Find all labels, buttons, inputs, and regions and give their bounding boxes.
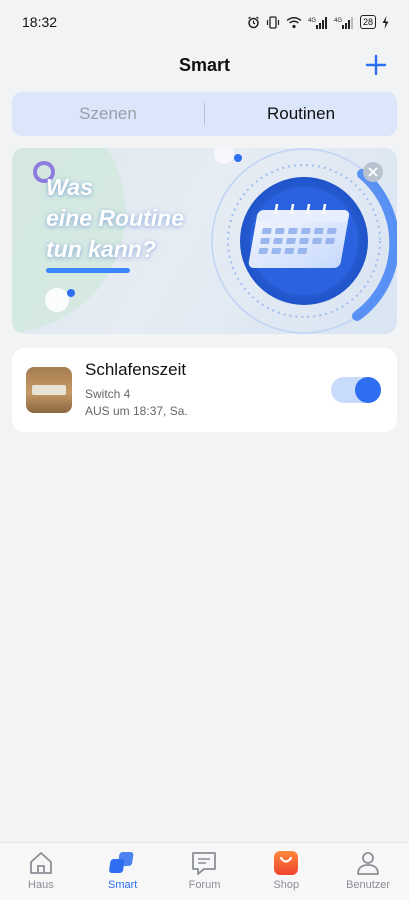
- banner-close-button[interactable]: [363, 162, 383, 182]
- nav-label-haus: Haus: [28, 879, 54, 891]
- vibrate-icon: [266, 15, 280, 29]
- nav-haus[interactable]: Haus: [0, 843, 82, 900]
- signal-4g-icon: 4G: [308, 15, 328, 29]
- plus-icon: [365, 54, 387, 76]
- alarm-icon: [247, 15, 260, 29]
- charging-icon: [382, 15, 389, 29]
- banner-line-1: Was: [46, 174, 93, 200]
- bottom-nav: Haus Smart Forum Shop Benutzer: [0, 842, 409, 900]
- signal-4g-icon: 4G: [334, 15, 354, 29]
- add-button[interactable]: [361, 50, 391, 80]
- wifi-icon: [286, 15, 302, 29]
- status-bar: 18:32 4G 4G 28: [0, 0, 409, 44]
- nav-smart[interactable]: Smart: [82, 843, 164, 900]
- user-icon: [353, 849, 383, 877]
- tab-scenes[interactable]: Szenen: [12, 104, 204, 124]
- battery-icon: 28: [359, 15, 376, 29]
- banner-headline: Was eine Routine tun kann?: [46, 172, 184, 265]
- banner-line-2: eine Routine: [46, 205, 185, 231]
- shop-bag-icon: [271, 849, 301, 877]
- svg-text:4G: 4G: [308, 18, 316, 24]
- smart-icon: [108, 849, 138, 877]
- banner-underline: [46, 268, 130, 273]
- nav-label-shop: Shop: [273, 879, 300, 891]
- routine-toggle[interactable]: [331, 377, 381, 403]
- app-header: Smart: [0, 44, 409, 86]
- nav-forum[interactable]: Forum: [164, 843, 246, 900]
- nav-shop[interactable]: Shop: [245, 843, 327, 900]
- routine-device: Switch 4: [85, 387, 131, 401]
- banner-line-3: tun kann?: [46, 236, 156, 262]
- scene-routine-tabs: Szenen Routinen: [12, 92, 397, 136]
- routine-name: Schlafenszeit: [85, 360, 187, 379]
- page-title: Smart: [178, 54, 231, 75]
- nav-label-forum: Forum: [188, 879, 221, 891]
- promo-banner[interactable]: Was eine Routine tun kann?: [12, 148, 397, 334]
- svg-text:4G: 4G: [334, 18, 342, 24]
- nav-label-benutzer: Benutzer: [346, 879, 391, 891]
- close-icon: [368, 167, 378, 177]
- routine-schedule: AUS um 18:37, Sa.: [85, 404, 188, 418]
- toggle-knob: [355, 377, 381, 403]
- forum-icon: [189, 849, 219, 877]
- switch-strip-image: [32, 385, 66, 395]
- routine-info: Schlafenszeit Switch 4 AUS um 18:37, Sa.: [85, 360, 188, 420]
- nav-label-smart: Smart: [108, 879, 138, 891]
- tab-routines[interactable]: Routinen: [205, 104, 397, 124]
- routine-card[interactable]: Schlafenszeit Switch 4 AUS um 18:37, Sa.: [12, 348, 397, 432]
- home-icon: [26, 849, 56, 877]
- status-icons: 4G 4G 28: [247, 15, 389, 29]
- battery-level: 28: [362, 16, 373, 27]
- nav-benutzer[interactable]: Benutzer: [327, 843, 409, 900]
- routine-thumbnail: [26, 367, 72, 413]
- status-time: 18:32: [22, 14, 58, 30]
